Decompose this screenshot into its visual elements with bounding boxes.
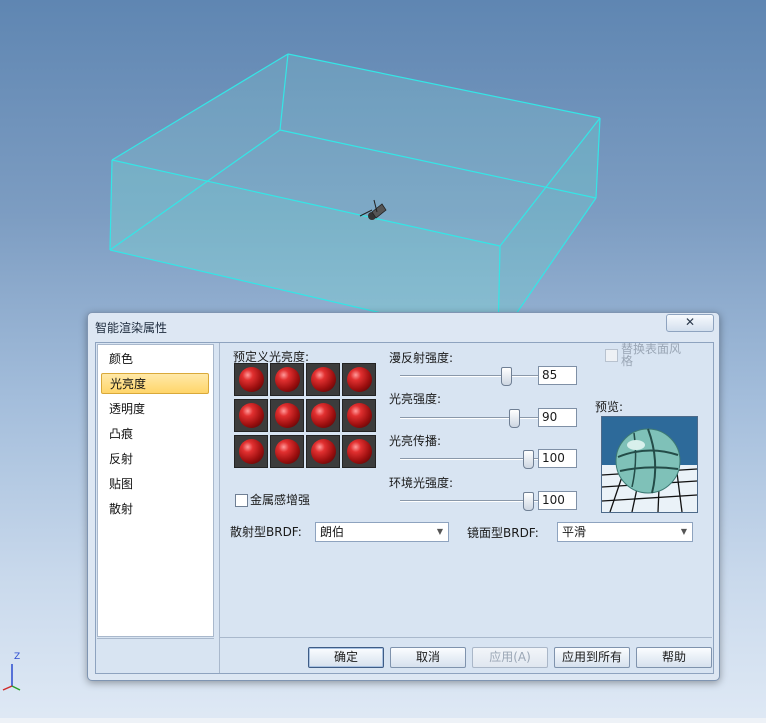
nav-item-scattering[interactable]: 散射: [101, 499, 209, 520]
replace-surface-style-label: 替换表面风格: [621, 342, 682, 368]
mirror-brdf-value: 平滑: [562, 525, 587, 539]
nav-item-color[interactable]: 颜色: [101, 349, 209, 370]
preset-sphere-1[interactable]: [234, 363, 268, 396]
preset-sphere-9[interactable]: [234, 435, 268, 468]
ok-button[interactable]: 确定: [308, 647, 384, 668]
slider-thumb[interactable]: [523, 450, 535, 469]
replace-surface-style-checkbox[interactable]: [605, 349, 618, 362]
preset-sphere-3[interactable]: [306, 363, 340, 396]
gloss-intensity-label: 光亮强度:: [389, 392, 442, 406]
gloss-intensity-input[interactable]: 90: [538, 408, 577, 427]
nav-item-bump[interactable]: 凸痕: [101, 424, 209, 445]
preset-glossiness-grid: [234, 363, 376, 471]
gloss-spread-slider[interactable]: [400, 448, 540, 470]
status-strip: [0, 718, 766, 723]
nav-item-transparency[interactable]: 透明度: [101, 399, 209, 420]
nav-footer: [97, 638, 214, 673]
cancel-button[interactable]: 取消: [390, 647, 466, 668]
panel-divider: [219, 343, 220, 673]
axis-triad-icon: Z: [0, 650, 24, 694]
slider-track: [400, 500, 540, 502]
chevron-down-icon: ▼: [436, 527, 443, 536]
preset-sphere-7[interactable]: [306, 399, 340, 432]
material-preview: [601, 416, 698, 513]
scatter-brdf-value: 朗伯: [320, 525, 345, 539]
dialog-title: 智能渲染属性: [95, 321, 168, 335]
metal-enhance-label: 金属感增强: [250, 493, 311, 507]
diffuse-intensity-slider[interactable]: [400, 365, 540, 387]
preset-sphere-8[interactable]: [342, 399, 376, 432]
ambient-intensity-slider[interactable]: [400, 490, 540, 512]
preview-label: 预览:: [595, 400, 624, 414]
nav-item-glossiness[interactable]: 光亮度: [101, 373, 209, 394]
mirror-brdf-select[interactable]: 平滑 ▼: [557, 522, 693, 542]
dialog-content: 颜色 光亮度 透明度 凸痕 反射 贴图 散射 预定义光亮度: 金属感增强 漫反射…: [95, 342, 714, 674]
smart-render-properties-dialog: 智能渲染属性 ✕ 颜色 光亮度 透明度 凸痕 反射 贴图 散射 预定义光亮度:: [87, 312, 720, 681]
axis-z-label: Z: [14, 652, 21, 662]
preset-sphere-12[interactable]: [342, 435, 376, 468]
preview-sphere-image: [602, 417, 697, 512]
slider-track: [400, 375, 540, 377]
preset-sphere-5[interactable]: [234, 399, 268, 432]
scatter-brdf-select[interactable]: 朗伯 ▼: [315, 522, 449, 542]
gloss-spread-input[interactable]: 100: [538, 449, 577, 468]
diffuse-intensity-input[interactable]: 85: [538, 366, 577, 385]
slider-thumb[interactable]: [523, 492, 535, 511]
diffuse-intensity-label: 漫反射强度:: [389, 351, 454, 365]
chevron-down-icon: ▼: [680, 527, 687, 536]
dialog-titlebar[interactable]: 智能渲染属性 ✕: [88, 313, 719, 337]
metal-enhance-checkbox[interactable]: [235, 494, 248, 507]
apply-button[interactable]: 应用(A): [472, 647, 548, 668]
apply-to-all-button[interactable]: 应用到所有: [554, 647, 630, 668]
button-bar-divider: [219, 637, 712, 638]
nav-item-reflection[interactable]: 反射: [101, 449, 209, 470]
close-button[interactable]: ✕: [666, 314, 714, 332]
gloss-spread-label: 光亮传播:: [389, 434, 442, 448]
nav-item-texture[interactable]: 贴图: [101, 474, 209, 495]
scatter-brdf-label: 散射型BRDF:: [230, 525, 302, 539]
preset-sphere-10[interactable]: [270, 435, 304, 468]
ambient-intensity-input[interactable]: 100: [538, 491, 577, 510]
property-category-list: 颜色 光亮度 透明度 凸痕 反射 贴图 散射: [97, 344, 214, 637]
slider-thumb[interactable]: [501, 367, 512, 386]
slider-thumb[interactable]: [509, 409, 521, 428]
preset-sphere-2[interactable]: [270, 363, 304, 396]
help-button[interactable]: 帮助: [636, 647, 712, 668]
preset-sphere-11[interactable]: [306, 435, 340, 468]
preset-sphere-4[interactable]: [342, 363, 376, 396]
preset-sphere-6[interactable]: [270, 399, 304, 432]
gloss-intensity-slider[interactable]: [400, 407, 540, 429]
slider-track: [400, 458, 540, 460]
mirror-brdf-label: 镜面型BRDF:: [467, 526, 539, 540]
ambient-intensity-label: 环境光强度:: [389, 476, 454, 490]
